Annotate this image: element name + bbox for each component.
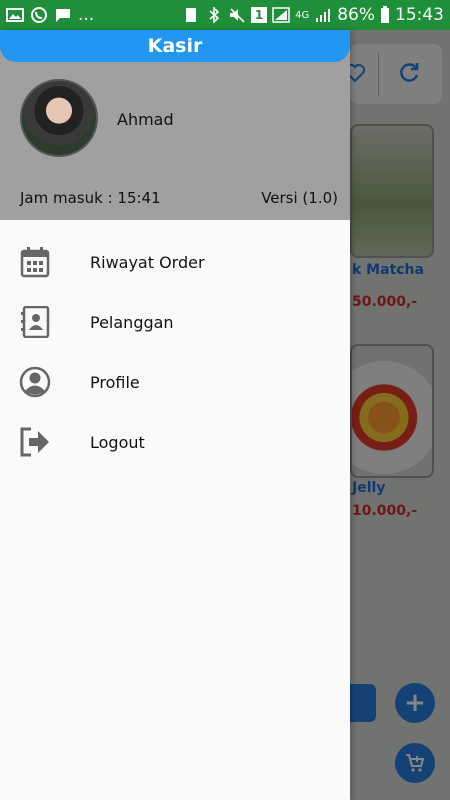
product-image-matcha[interactable] — [350, 124, 434, 258]
menu-item-pelanggan[interactable]: Pelanggan — [0, 292, 350, 352]
product-price: 50.000,- — [352, 294, 418, 310]
network-type: 4G — [295, 9, 310, 21]
battery-saver-icon — [186, 8, 197, 22]
account-circle-icon — [18, 365, 52, 399]
navigation-drawer: Kasir Ahmad Jam masuk : 15:41 Versi (1.0… — [0, 30, 350, 800]
contacts-icon — [18, 305, 52, 339]
product-name: k Matcha — [352, 262, 424, 278]
menu-item-label: Logout — [90, 432, 145, 452]
product-name: Jelly — [352, 480, 386, 496]
menu-item-label: Pelanggan — [90, 312, 174, 332]
plus-icon: + — [404, 688, 426, 718]
add-button[interactable]: + — [395, 683, 435, 723]
menu-item-logout[interactable]: Logout — [0, 412, 350, 472]
background-toolbar — [345, 44, 442, 104]
more-notifications-label: ... — [78, 5, 95, 25]
background-action-button[interactable] — [350, 684, 376, 722]
app-title: Kasir — [0, 30, 350, 62]
drawer-header: Kasir Ahmad Jam masuk : 15:41 Versi (1.0… — [0, 30, 350, 220]
clock: 15:43 — [395, 5, 444, 25]
message-icon — [56, 9, 70, 22]
menu-item-profile[interactable]: Profile — [0, 352, 350, 412]
whatsapp-icon — [31, 7, 47, 23]
cart-add-icon — [406, 754, 425, 772]
user-name: Ahmad — [117, 110, 174, 129]
toolbar-divider — [378, 52, 379, 96]
status-bar: ... 1 4G 86% 15:43 — [0, 0, 450, 30]
menu-item-label: Riwayat Order — [90, 252, 205, 272]
notification-badge: 1 — [251, 7, 268, 23]
mute-icon — [230, 8, 245, 23]
battery-percent: 86% — [337, 5, 375, 25]
menu-item-label: Profile — [90, 372, 140, 392]
signal-icon — [272, 7, 290, 23]
calendar-icon — [18, 245, 52, 279]
cart-button[interactable] — [395, 743, 435, 783]
checkin-time: Jam masuk : 15:41 — [20, 189, 161, 207]
logout-icon — [18, 425, 52, 459]
avatar[interactable] — [20, 79, 98, 157]
app-version: Versi (1.0) — [261, 189, 338, 207]
product-image-jelly[interactable] — [350, 344, 434, 478]
drawer-menu: Riwayat Order Pelanggan Profile Logout — [0, 232, 350, 472]
bluetooth-icon — [209, 7, 220, 23]
refresh-icon[interactable] — [396, 60, 422, 86]
battery-icon — [381, 6, 389, 23]
product-price: 10.000,- — [352, 503, 418, 519]
signal-strength-icon — [316, 9, 331, 22]
menu-item-riwayat-order[interactable]: Riwayat Order — [0, 232, 350, 292]
image-notification-icon — [6, 8, 24, 22]
